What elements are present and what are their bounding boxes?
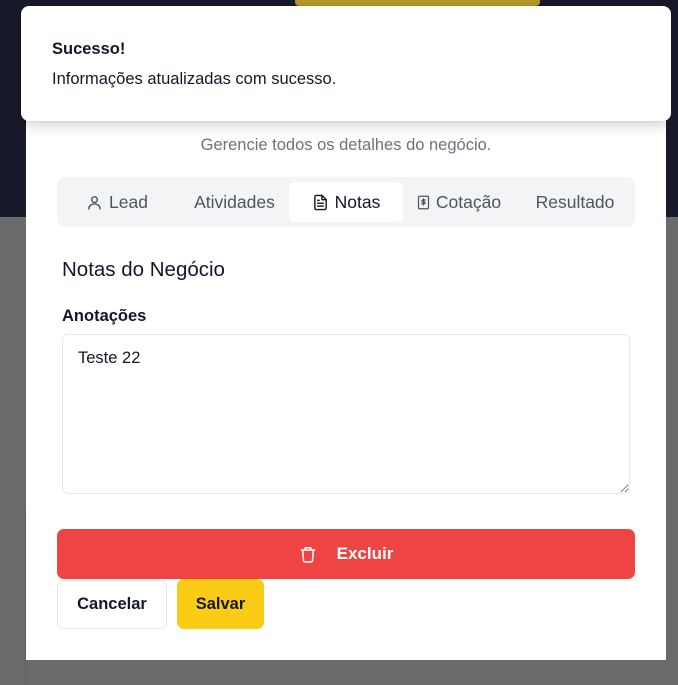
cancel-button[interactable]: Cancelar (57, 580, 167, 629)
tab-atividades-label: Atividades (194, 191, 275, 212)
tab-cotacao[interactable]: Cotação (409, 182, 509, 222)
save-button[interactable]: Salvar (177, 579, 264, 629)
notes-field-label: Anotações (62, 307, 147, 325)
delete-button-label: Excluir (336, 544, 394, 563)
file-text-icon (312, 194, 329, 211)
tab-cotacao-label: Cotação (435, 191, 502, 212)
dialog-subtitle: Gerencie todos os detalhes do negócio. (200, 136, 492, 154)
user-icon (86, 194, 103, 211)
tab-resultado-label: Resultado (535, 191, 615, 212)
tab-lead-label: Lead (109, 191, 148, 212)
toast-description: Informações atualizadas com sucesso. (52, 70, 337, 88)
success-toast: Sucesso! Informações atualizadas com suc… (21, 6, 671, 121)
notes-textarea[interactable] (62, 334, 630, 494)
trash-icon (299, 545, 317, 564)
tab-atividades[interactable]: Atividades (182, 182, 287, 222)
tab-list: Lead Atividades Notas Cotação Resultado (57, 177, 635, 227)
notes-section-title: Notas do Negócio (62, 258, 225, 281)
tab-notas-label: Notas (334, 191, 381, 212)
dollar-document-icon (417, 195, 430, 210)
tab-notas[interactable]: Notas (289, 182, 403, 222)
toast-title: Sucesso! (52, 40, 126, 58)
tab-resultado[interactable]: Resultado (525, 182, 625, 222)
tab-lead[interactable]: Lead (72, 182, 162, 222)
deal-details-dialog: Gerencie todos os detalhes do negócio. L… (26, 40, 666, 660)
background-panel-edge (0, 507, 26, 685)
delete-button[interactable]: Excluir (57, 529, 635, 579)
